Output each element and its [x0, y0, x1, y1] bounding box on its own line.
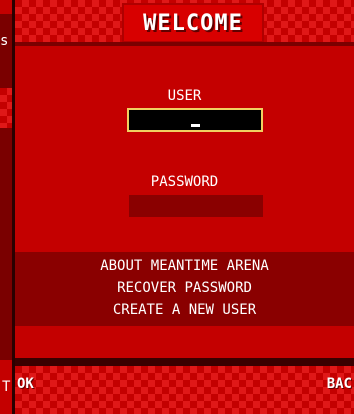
welcome-screen: WELCOME USER PASSWORD ABOUT MEANTIME ARE…: [15, 0, 354, 414]
left-panel-top: [0, 0, 12, 14]
password-label: PASSWORD: [150, 174, 219, 190]
left-panel-edge: s T: [0, 0, 12, 414]
back-softkey[interactable]: BAC: [327, 376, 352, 392]
options-menu: ABOUT MEANTIME ARENA RECOVER PASSWORD CR…: [15, 252, 354, 326]
text-cursor: [190, 124, 200, 127]
page-title: WELCOME: [143, 10, 243, 36]
user-input[interactable]: [127, 108, 263, 132]
menu-item-about[interactable]: ABOUT MEANTIME ARENA: [15, 256, 354, 276]
title-plate: WELCOME: [124, 5, 262, 41]
left-panel-glyph-bottom: T: [2, 379, 11, 395]
left-panel-glyph-top: s: [0, 33, 9, 49]
softkey-bar-pattern: [15, 366, 354, 414]
ok-softkey[interactable]: OK: [17, 376, 34, 392]
login-form: USER PASSWORD ABOUT MEANTIME ARENA RECOV…: [15, 46, 354, 358]
user-label: USER: [167, 88, 202, 104]
password-input[interactable]: [129, 195, 263, 217]
left-panel-checker: [0, 88, 12, 128]
softkey-bar: OK BAC: [15, 358, 354, 414]
menu-item-recover-password[interactable]: RECOVER PASSWORD: [15, 278, 354, 298]
header-bar: WELCOME: [15, 0, 354, 46]
softkey-bar-edge: [15, 358, 354, 366]
menu-item-create-user[interactable]: CREATE A NEW USER: [15, 300, 354, 320]
